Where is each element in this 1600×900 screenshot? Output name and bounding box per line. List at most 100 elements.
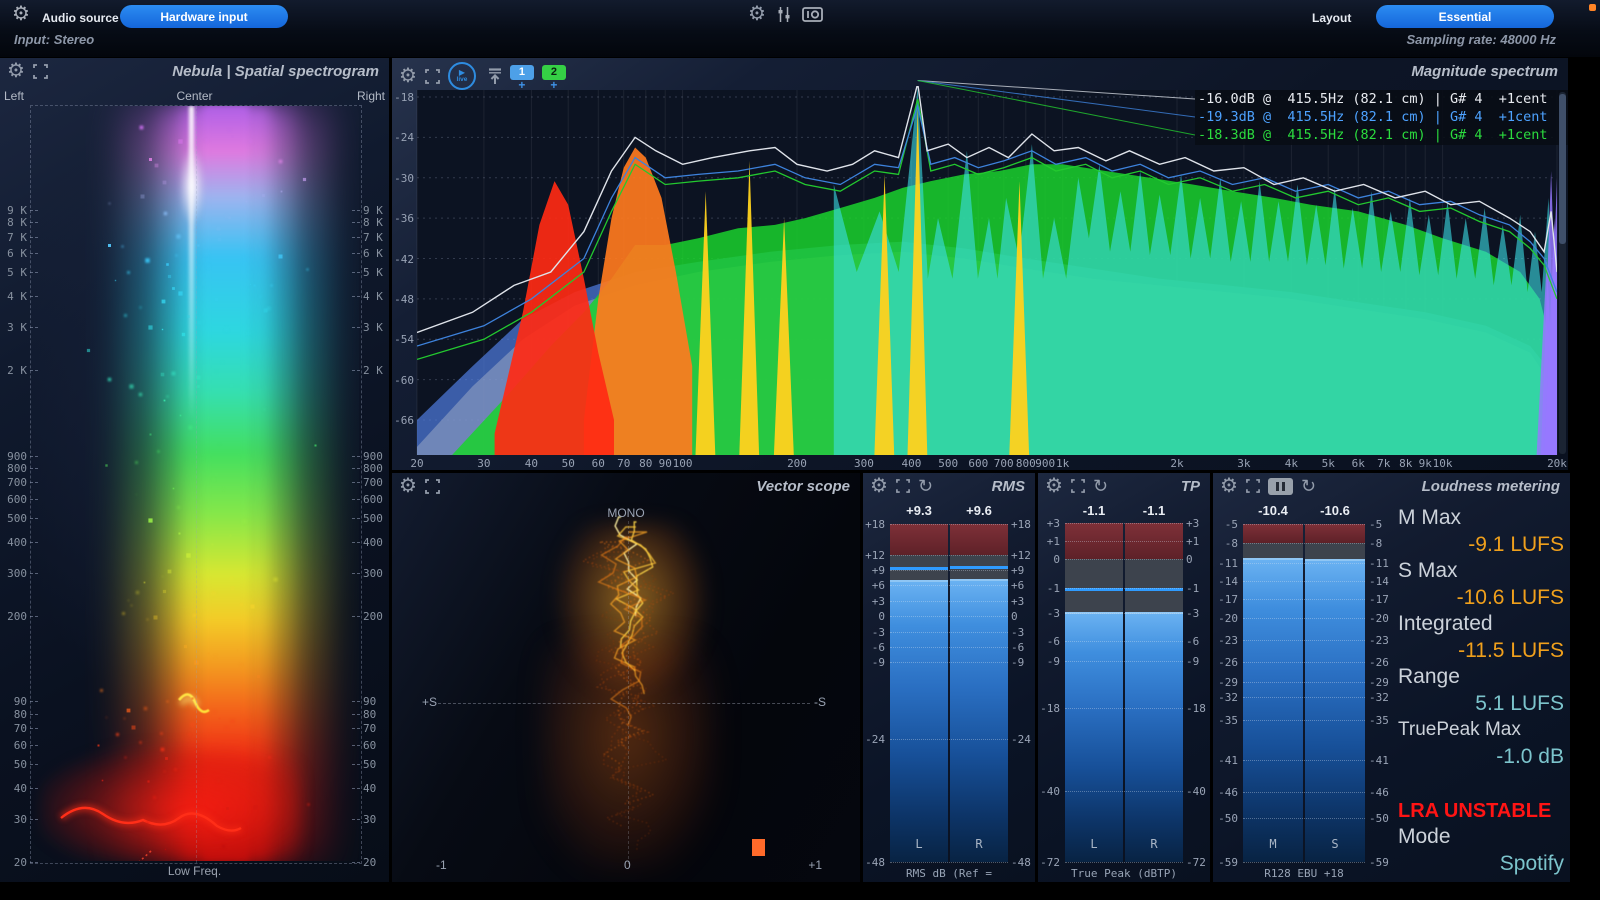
rms-meter-panel: ⚙ ↻ RMS +9.3L+9.6R+18+18+12+12+9+9+6+6+3… <box>863 473 1035 882</box>
rms-tick-line <box>890 739 1008 740</box>
db-tick-label: -48 <box>393 293 414 306</box>
freq-tick-label: 500 <box>938 457 958 470</box>
freq-tick <box>30 222 38 223</box>
rms-tick-line <box>890 862 1008 863</box>
freq-tick-label: 60 <box>592 457 605 470</box>
freq-tick <box>352 788 360 789</box>
true-peak-meter-panel: ⚙ ↻ TP -1.1L-1.1R+3+3+1+100-1-1-3-3-6-6-… <box>1038 473 1210 882</box>
loudness-tick-label-left: -35 <box>1213 714 1238 727</box>
fullscreen-icon[interactable] <box>1071 479 1085 493</box>
io-device-icon[interactable] <box>802 7 823 22</box>
gear-icon[interactable]: ⚙ <box>1220 477 1238 495</box>
tp-tick-line <box>1065 708 1183 709</box>
fullscreen-icon[interactable] <box>33 64 48 79</box>
db-tick-label: -18 <box>393 91 414 104</box>
slot-2-add-icon[interactable]: + <box>550 80 557 90</box>
loudness-tick-label-left: -5 <box>1213 518 1238 531</box>
gear-icon[interactable]: ⚙ <box>870 477 888 495</box>
freq-tick-label: 100 <box>673 457 693 470</box>
rms-tick-label-right: +12 <box>1011 549 1031 562</box>
rms-tick-line <box>890 616 1008 617</box>
loudness-tick-label-left: -14 <box>1213 575 1238 588</box>
loudness-tick-label-right: -35 <box>1369 714 1389 727</box>
freq-tick <box>30 573 38 574</box>
scope-trace[interactable] <box>392 473 860 882</box>
slot-1-add-icon[interactable]: + <box>518 80 525 90</box>
tp-tick-label-left: +1 <box>1038 535 1060 548</box>
loudness-tick-label-right: -46 <box>1369 786 1389 799</box>
reset-icon[interactable]: ↻ <box>918 477 933 495</box>
freq-scale-label-left: 500 <box>2 512 27 525</box>
rms-over-zone <box>950 524 1008 555</box>
freq-scale-label-right: 600 <box>363 493 383 506</box>
fullscreen-icon[interactable] <box>425 69 440 84</box>
freq-scale-label-right: 3 K <box>363 321 383 334</box>
tp-tick-label-right: +3 <box>1186 517 1199 530</box>
rms-tick-line <box>890 662 1008 663</box>
cursor-readout-row: -19.3dB @ 415.5Hz (82.1 cm) | G# 4 +1cen… <box>1198 108 1568 126</box>
freq-tick <box>30 370 38 371</box>
fullscreen-icon[interactable] <box>425 479 440 494</box>
reset-icon[interactable]: ↻ <box>1093 477 1108 495</box>
freq-scale-label-right: 200 <box>363 610 383 623</box>
tp-meter: -1.1L-1.1R+3+3+1+100-1-1-3-3-6-6-9-9-18-… <box>1038 501 1210 882</box>
rms-caption: RMS dB (Ref = -18) <box>890 867 1008 882</box>
freq-tick-label: 9k <box>1419 457 1432 470</box>
freq-tick <box>30 819 38 820</box>
rms-meter: +9.3L+9.6R+18+18+12+12+9+9+6+6+3+300-3-3… <box>863 501 1035 882</box>
freq-tick <box>352 499 360 500</box>
reset-icon[interactable]: ↻ <box>1301 477 1316 495</box>
tp-tick-label-left: -9 <box>1038 655 1060 668</box>
fullscreen-icon[interactable] <box>896 479 910 493</box>
mode-value[interactable]: Spotify <box>1398 851 1564 878</box>
essential-layout-button[interactable]: Essential <box>1376 5 1554 28</box>
loudness-level-bar <box>1243 559 1303 862</box>
faders-icon[interactable] <box>776 6 792 23</box>
freq-scale-label-right: 80 <box>363 708 376 721</box>
spectrum-scrollbar[interactable] <box>1559 92 1566 454</box>
loudness-tick-label-right: -5 <box>1369 518 1382 531</box>
loudness-tick-label-left: -59 <box>1213 856 1238 869</box>
freq-tick <box>30 701 38 702</box>
db-tick-label: -54 <box>393 333 414 346</box>
settings-gear-icon[interactable]: ⚙ <box>748 5 766 23</box>
loudness-tick-label-right: -20 <box>1369 612 1389 625</box>
freq-scale-label-right: 9 K <box>363 204 383 217</box>
pause-button[interactable] <box>1268 478 1293 495</box>
rms-tick-label-right: +3 <box>1011 595 1024 608</box>
loudness-channel-label: S <box>1305 837 1365 851</box>
freq-scale-label-right: 400 <box>363 536 383 549</box>
scroll-to-top-icon[interactable] <box>488 68 502 85</box>
freq-scale-label-left: 50 <box>2 758 27 771</box>
slot-1-badge[interactable]: 1 + <box>510 65 534 90</box>
gear-icon[interactable]: ⚙ <box>399 477 417 495</box>
lra-status-badge: LRA UNSTABLE <box>1398 798 1564 824</box>
gear-icon[interactable]: ⚙ <box>1045 477 1063 495</box>
fullscreen-icon[interactable] <box>1246 479 1260 493</box>
freq-tick <box>352 573 360 574</box>
live-label: live <box>457 76 468 83</box>
gear-icon[interactable]: ⚙ <box>7 62 25 80</box>
loudness-tick-label-right: -29 <box>1369 676 1389 689</box>
rms-tick-line <box>890 632 1008 633</box>
play-icon: ▶ <box>459 69 465 76</box>
slot-2-badge[interactable]: 2 + <box>542 65 566 90</box>
live-play-button[interactable]: ▶ live <box>448 62 476 90</box>
tp-headroom-zone <box>1065 559 1123 613</box>
freq-scale-label-left: 200 <box>2 610 27 623</box>
tp-tick-label-right: -3 <box>1186 607 1199 620</box>
freq-tick <box>30 862 38 863</box>
freq-tick <box>30 253 38 254</box>
rms-header: ⚙ ↻ RMS <box>863 473 1035 501</box>
loudness-tick-label-right: -8 <box>1369 537 1382 550</box>
freq-tick <box>30 745 38 746</box>
notification-dot <box>1589 4 1596 11</box>
rms-tick-line <box>890 524 1008 525</box>
audio-source-gear-icon[interactable]: ⚙ <box>12 5 30 23</box>
freq-scale-label-left: 4 K <box>2 290 27 303</box>
hardware-input-button[interactable]: Hardware input <box>120 5 288 28</box>
zero-label: 0 <box>624 858 631 872</box>
gear-icon[interactable]: ⚙ <box>399 67 417 85</box>
freq-scale-label-left: 70 <box>2 722 27 735</box>
loudness-tick-label-left: -29 <box>1213 676 1238 689</box>
